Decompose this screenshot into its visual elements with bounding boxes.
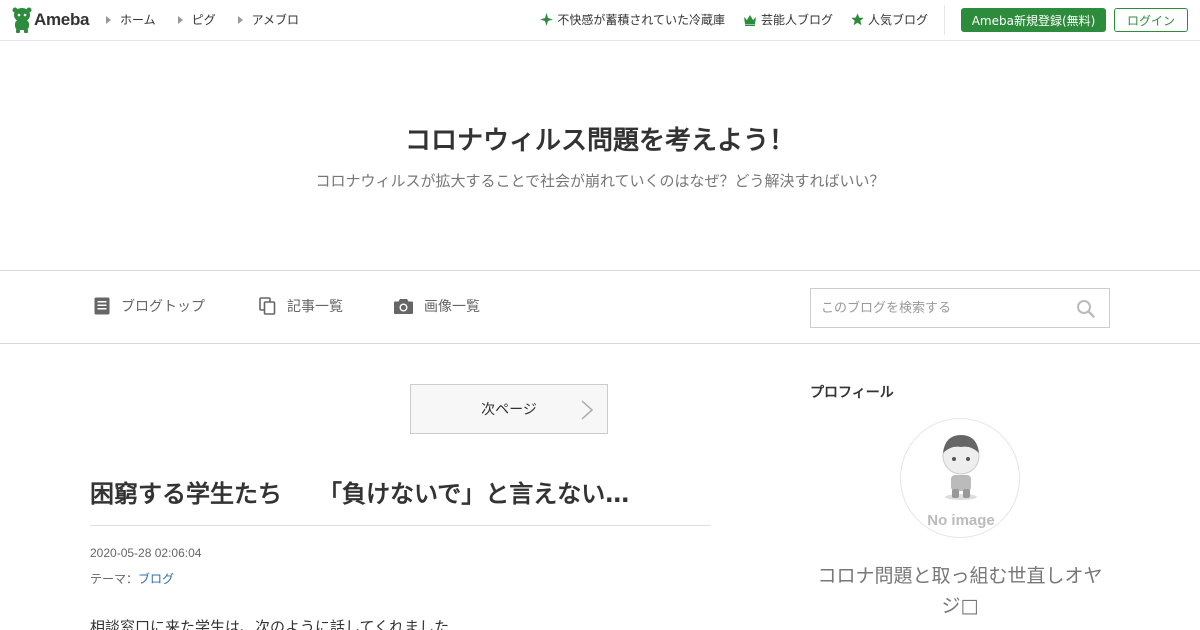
avatar[interactable]: No image <box>900 418 1020 538</box>
document-icon <box>94 297 110 315</box>
camera-icon <box>394 299 413 314</box>
no-image-placeholder-icon: No image <box>927 435 995 529</box>
star-icon <box>851 13 864 26</box>
blognav-item-image-list[interactable]: 画像一覧 <box>394 296 480 316</box>
featured-link-celebrity-blog[interactable]: 芸能人ブログ <box>743 11 833 28</box>
article-theme: テーマ：ブログ <box>90 572 175 586</box>
sparkle-icon <box>540 13 554 26</box>
profile-heading: プロフィール <box>810 385 894 401</box>
blognav-item-blog-top[interactable]: ブログトップ <box>94 296 205 316</box>
divider <box>944 5 945 35</box>
featured-link-fridge[interactable]: 不快感が蓄積されていた冷蔵庫 <box>540 11 725 28</box>
login-button[interactable]: ログイン <box>1114 8 1188 32</box>
nav-pigg[interactable]: ピグ <box>177 11 216 28</box>
crown-icon <box>743 14 756 26</box>
article-date: 2020-05-28 02:06:04 <box>90 546 202 560</box>
blog-search-input[interactable] <box>811 289 1071 327</box>
nav-ameblo[interactable]: アメブロ <box>237 11 299 28</box>
chevron-right-icon <box>581 400 593 420</box>
global-nav: ホーム ピグ アメブロ <box>106 11 321 28</box>
triangle-right-icon <box>237 15 243 24</box>
search-icon[interactable] <box>1076 299 1095 318</box>
next-page-button[interactable]: 次ページ <box>410 384 608 434</box>
logo-text: Ameba <box>34 10 90 29</box>
avatar-placeholder-text: No image <box>927 512 995 529</box>
blognav-item-article-list[interactable]: 記事一覧 <box>259 296 343 316</box>
nav-home[interactable]: ホーム <box>106 11 156 28</box>
ameba-mascot-icon <box>12 7 32 33</box>
triangle-right-icon <box>177 15 183 24</box>
blog-description: コロナウィルスが拡大することで社会が崩れていくのはなぜ？どう解決すればいい？ <box>315 172 885 190</box>
top-bar: Ameba ホーム ピグ アメブロ 不快感が蓄積されていた冷蔵庫 芸能人ブログ … <box>0 0 1200 41</box>
triangle-right-icon <box>106 15 111 24</box>
ameba-logo[interactable]: Ameba <box>12 7 89 33</box>
blog-title[interactable]: コロナウィルス問題を考えよう！ <box>0 120 1200 157</box>
copy-icon <box>259 297 276 315</box>
featured-links: 不快感が蓄積されていた冷蔵庫 芸能人ブログ 人気ブログ <box>522 11 928 28</box>
profile-name[interactable]: コロナ問題と取っ組む世直しオヤジ□ <box>810 561 1110 621</box>
featured-link-popular-blog[interactable]: 人気ブログ <box>851 11 928 28</box>
blog-nav: ブログトップ 記事一覧 画像一覧 <box>0 270 1200 344</box>
register-button[interactable]: Ameba新規登録(無料) <box>961 8 1106 32</box>
divider <box>90 525 711 526</box>
article-title[interactable]: 困窮する学生たち 「負けないで」と言えない… <box>90 474 710 509</box>
theme-link[interactable]: ブログ <box>138 572 174 586</box>
article-body: 相談窓口に来た学生は、次のように話してくれました <box>90 618 450 630</box>
blog-search <box>810 288 1110 328</box>
